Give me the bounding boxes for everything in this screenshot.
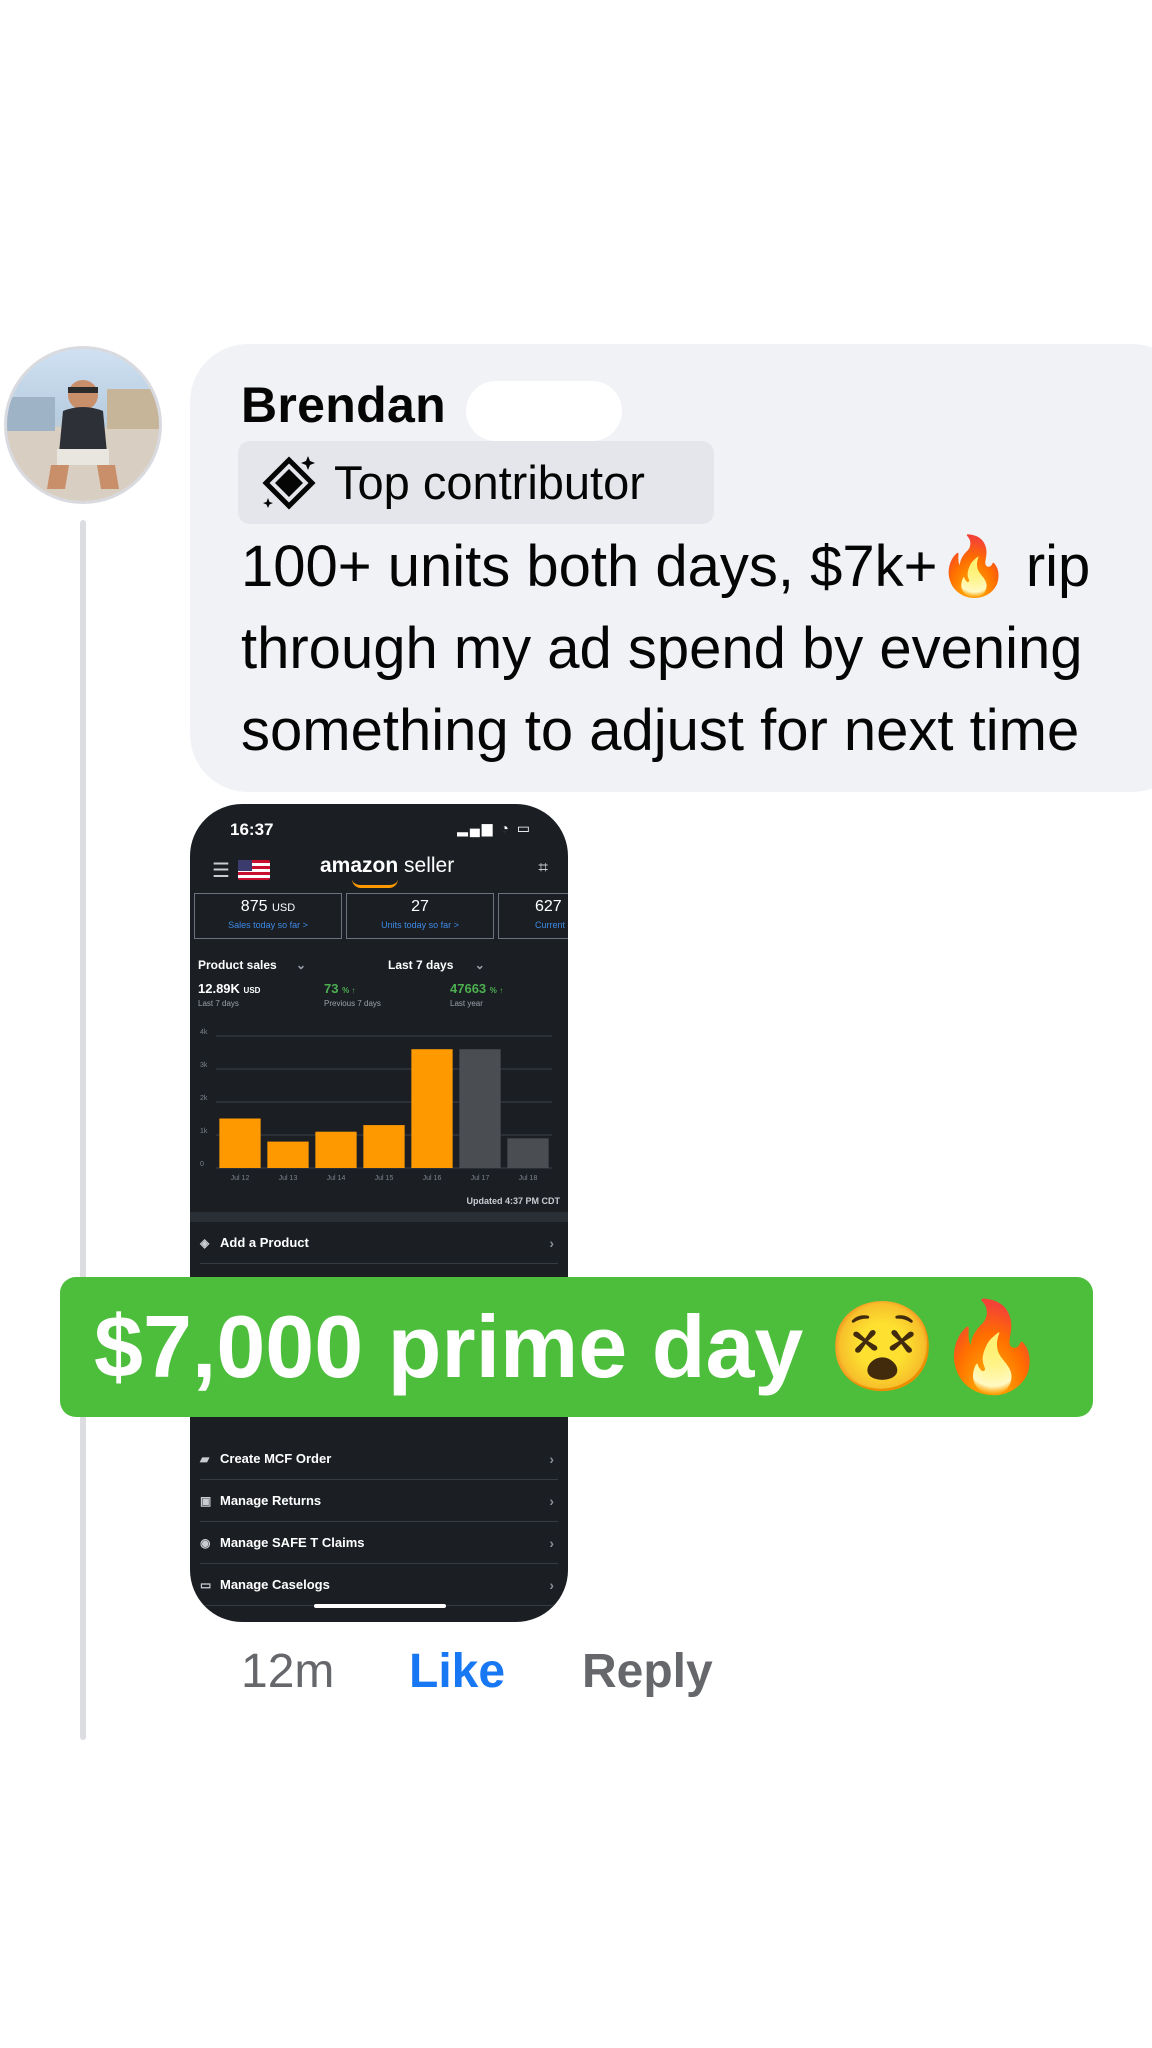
metric-year-value: 47663	[450, 981, 487, 996]
comment-text-line-1: 100+ units both days, $7k+🔥 rip	[241, 534, 1091, 599]
range-filter: Last 7 days ⌄	[388, 958, 485, 972]
message-icon: ▭	[200, 1577, 212, 1592]
sales-sub: Sales today so far >	[228, 920, 308, 930]
bar-jul-18	[507, 1138, 549, 1168]
y-tick-label: 3k	[200, 1062, 208, 1069]
overlay-text: $7,000 prime day 😵🔥	[94, 1296, 1047, 1396]
x-tick-label: Jul 18	[519, 1175, 538, 1182]
metric-prev-sub: Previous 7 days	[324, 999, 381, 1008]
metric-filter-label: Product sales	[198, 958, 277, 972]
logo-prefix: amazon	[320, 854, 399, 877]
units-value: 27	[411, 898, 429, 915]
metric-year: 47663 % ↑	[450, 981, 503, 996]
menu-item-manage-returns[interactable]: ▣ Manage Returns ›	[200, 1480, 558, 1522]
chevron-down-icon: ⌄	[296, 958, 307, 972]
x-tick-label: Jul 15	[375, 1175, 394, 1182]
top-contributor-diamond-icon	[256, 450, 322, 516]
menu-item-add-product[interactable]: ◈ Add a Product ›	[200, 1222, 558, 1264]
menu-item-label: Manage SAFE T Claims	[220, 1535, 365, 1550]
status-icons: ▂▄▆ ◔ ▭	[457, 820, 532, 836]
metric-year-unit: % ↑	[489, 986, 504, 995]
avatar[interactable]	[4, 346, 162, 504]
metric-prev-unit: % ↑	[342, 986, 356, 995]
comment-text-line-3: something to adjust for next time	[241, 698, 1080, 763]
like-button[interactable]: Like	[409, 1644, 505, 1699]
menu-item-label: Add a Product	[220, 1235, 309, 1250]
chevron-right-icon: ›	[549, 1450, 554, 1467]
metric-sales: 12.89K USD	[198, 981, 260, 996]
chevron-right-icon: ›	[549, 1576, 554, 1593]
current-card: 627 Current	[498, 893, 568, 939]
menu-item-create-mcf-order[interactable]: ▰ Create MCF Order ›	[200, 1438, 558, 1480]
x-tick-label: Jul 14	[327, 1175, 346, 1182]
menu-item-label: Manage Returns	[220, 1493, 322, 1508]
metric-sales-value: 12.89K	[198, 981, 240, 996]
status-time: 16:37	[230, 820, 274, 839]
amazon-seller-logo: amazon seller	[320, 854, 454, 878]
metric-sales-sub: Last 7 days	[198, 999, 239, 1008]
shield-icon: ◉	[200, 1535, 211, 1550]
badge-label: Top contributor	[334, 456, 645, 509]
menu-item-label: Manage Caselogs	[220, 1577, 330, 1592]
units-sub: Units today so far >	[381, 920, 459, 930]
current-value: 627	[535, 898, 562, 915]
x-tick-label: Jul 12	[231, 1175, 250, 1182]
bar-jul-15	[363, 1125, 405, 1168]
chevron-right-icon: ›	[549, 1534, 554, 1551]
metric-sales-unit: USD	[243, 986, 261, 995]
us-flag-icon	[238, 860, 270, 880]
x-tick-label: Jul 16	[423, 1175, 442, 1182]
current-sub: Current	[535, 920, 566, 930]
bar-jul-17	[459, 1049, 501, 1168]
sales-card: 875 USD Sales today so far >	[194, 893, 342, 939]
menu-item-label: Create MCF Order	[220, 1451, 332, 1466]
name-redaction	[466, 381, 622, 441]
sales-chart: 0 1k 2k 3k 4k Jul 12 Jul 13 Jul 14 Jul 15 Jul 16 J…	[200, 1029, 552, 1182]
bar-jul-16	[411, 1049, 453, 1168]
units-card: 27 Units today so far >	[346, 893, 494, 939]
package-icon: ▣	[200, 1493, 212, 1508]
tag-icon: ◈	[200, 1235, 210, 1250]
bar-jul-13	[267, 1141, 309, 1168]
logo-smile	[352, 879, 398, 888]
metric-year-sub: Last year	[450, 999, 483, 1008]
y-tick-label: 1k	[200, 1128, 208, 1135]
truck-icon: ▰	[200, 1451, 210, 1466]
bar-jul-14	[315, 1131, 357, 1168]
updated-time: Updated 4:37 PM CDT	[466, 1196, 560, 1206]
sales-value: 875	[240, 898, 268, 915]
scan-icon: ⌗	[538, 858, 548, 877]
thread-line	[80, 520, 86, 1740]
overlay-banner: $7,000 prime day 😵🔥	[60, 1277, 1093, 1417]
range-filter-label: Last 7 days	[388, 958, 454, 972]
bar-jul-12	[219, 1118, 261, 1168]
reply-button[interactable]: Reply	[582, 1644, 713, 1699]
y-tick-label: 0	[200, 1161, 204, 1168]
comment-timestamp[interactable]: 12m	[241, 1644, 334, 1699]
hamburger-icon: ☰	[212, 860, 230, 882]
attached-screenshot[interactable]: 16:37 ▂▄▆ ◔ ▭ ☰ amazon seller ⌗ 875 USD …	[190, 804, 568, 1622]
section-divider	[190, 1212, 568, 1222]
avatar-photo	[7, 380, 159, 501]
chevron-right-icon: ›	[549, 1234, 554, 1251]
chevron-down-icon: ⌄	[474, 958, 485, 972]
x-tick-label: Jul 13	[279, 1175, 298, 1182]
metric-prev: 73 % ↑	[324, 981, 355, 996]
comment-author[interactable]: Brendan	[241, 376, 446, 434]
y-tick-label: 4k	[200, 1029, 208, 1036]
chevron-right-icon: ›	[549, 1492, 554, 1509]
menu-item-manage-caselogs[interactable]: ▭ Manage Caselogs ›	[200, 1564, 558, 1606]
home-indicator	[314, 1604, 446, 1608]
metric-prev-value: 73	[324, 981, 339, 996]
comment-text-line-2: through my ad spend by evening	[241, 616, 1083, 681]
y-tick-label: 2k	[200, 1095, 208, 1102]
menu-item-manage-safe-t-claims[interactable]: ◉ Manage SAFE T Claims ›	[200, 1522, 558, 1564]
sales-unit: USD	[271, 902, 296, 914]
top-contributor-badge[interactable]: Top contributor	[238, 441, 714, 524]
metric-filter: Product sales ⌄	[198, 958, 306, 972]
x-tick-label: Jul 17	[471, 1175, 490, 1182]
logo-suffix: seller	[398, 854, 455, 877]
